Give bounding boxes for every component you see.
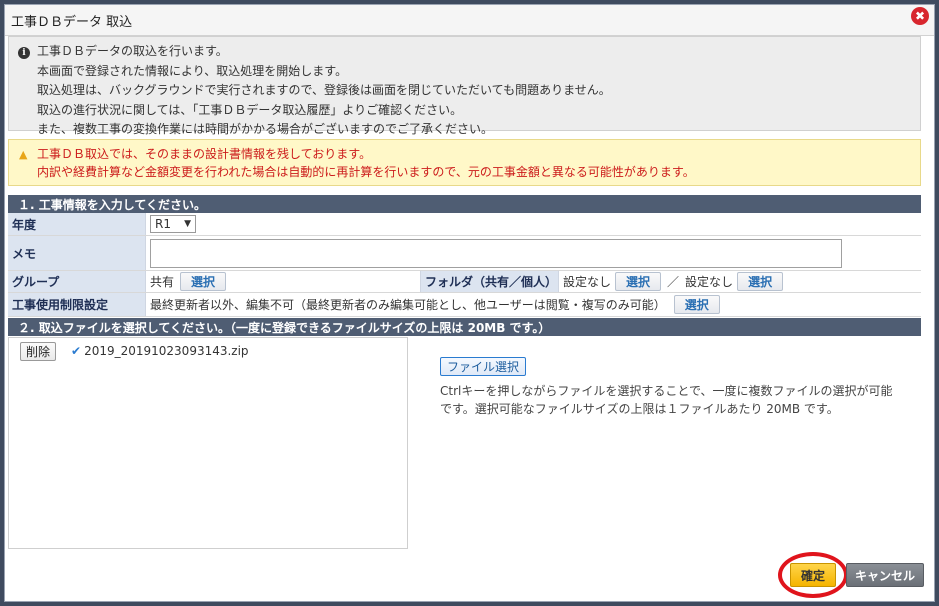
checkmark-icon: ✔: [71, 344, 82, 358]
warning-text: 工事ＤＢ取込では、そのままの設計書情報を残しております。 内訳や経費計算など金額…: [37, 145, 695, 181]
folder-personal-value: 設定なし: [685, 275, 734, 289]
folder-personal-select-button[interactable]: 選択: [737, 272, 784, 291]
group-label: グループ: [8, 271, 146, 292]
note-line: です。選択可能なファイルサイズの上限は１ファイルあたり 20MB です。: [440, 402, 839, 416]
restrict-value: 最終更新者以外、編集不可（最終更新者のみ編集可能とし、他ユーザーは閲覧・複写のみ…: [150, 298, 666, 312]
info-line: 本画面で登録された情報により、取込処理を開始します。: [37, 63, 348, 78]
group-row: グループ 共有 選択 フォルダ（共有／個人） 設定なし 選択 ／ 設定なし 選択: [8, 271, 921, 293]
file-select-button[interactable]: ファイル選択: [440, 357, 527, 376]
warning-panel: ▲ 工事ＤＢ取込では、そのままの設計書情報を残しております。 内訳や経費計算など…: [8, 139, 921, 186]
dialog-title: 工事ＤＢデータ 取込: [11, 14, 133, 30]
memo-textarea[interactable]: [150, 238, 842, 268]
file-name: 2019_20191023093143.zip: [84, 344, 249, 358]
info-text: 工事ＤＢデータの取込を行います。 本画面で登録された情報により、取込処理を開始し…: [37, 42, 611, 140]
memo-row: メモ: [8, 236, 921, 271]
year-row: 年度 R1 ▼: [8, 213, 921, 236]
file-select-note: Ctrlキーを押しながらファイルを選択することで、一度に複数ファイルの選択が可能…: [440, 382, 910, 418]
folder-label: フォルダ（共有／個人）: [420, 271, 559, 292]
list-item[interactable]: ✔ 2019_20191023093143.zip: [71, 344, 249, 358]
info-line: また、複数工事の変換作業には時間がかかる場合がございますのでご了承ください。: [37, 122, 494, 136]
confirm-button[interactable]: 確定: [790, 563, 836, 587]
note-line: Ctrlキーを押しながらファイルを選択することで、一度に複数ファイルの選択が可能: [440, 384, 893, 398]
file-list: 削除 ✔ 2019_20191023093143.zip: [8, 337, 408, 549]
delete-file-button[interactable]: 削除: [20, 342, 57, 361]
info-panel: i 工事ＤＢデータの取込を行います。 本画面で登録された情報により、取込処理を開…: [8, 36, 921, 136]
folder-shared-value: 設定なし: [563, 275, 612, 289]
year-select[interactable]: R1 ▼: [150, 215, 196, 233]
year-select-value: R1: [155, 217, 171, 231]
year-label: 年度: [8, 213, 146, 235]
restrict-label: 工事使用制限設定: [8, 293, 146, 316]
chevron-down-icon: ▼: [184, 219, 191, 229]
warning-line: 工事ＤＢ取込では、そのままの設計書情報を残しております。: [37, 147, 372, 161]
info-line: 取込処理は、バックグラウンドで実行されますので、登録後は画面を閉じていただいても…: [37, 83, 611, 97]
section2-header: ２. 取込ファイルを選択してください。（一度に登録できるファイルサイズの上限は …: [8, 318, 921, 336]
restrict-select-button[interactable]: 選択: [673, 295, 720, 314]
info-line: 取込の進行状況に関しては、「工事ＤＢデータ取込履歴」よりご確認ください。: [37, 102, 463, 117]
cancel-button[interactable]: キャンセル: [846, 563, 924, 587]
group-select-button[interactable]: 選択: [180, 272, 227, 291]
restrict-row: 工事使用制限設定 最終更新者以外、編集不可（最終更新者のみ編集可能とし、他ユーザ…: [8, 293, 921, 317]
info-line: 工事ＤＢデータの取込を行います。: [37, 44, 228, 58]
memo-label: メモ: [8, 236, 146, 270]
section1-header: １. 工事情報を入力してください。: [8, 195, 921, 213]
info-icon: i: [18, 47, 30, 59]
warning-icon: ▲: [19, 148, 28, 161]
group-value: 共有: [150, 275, 175, 289]
close-icon[interactable]: ✖: [911, 7, 929, 25]
dialog-titlebar: 工事ＤＢデータ 取込: [5, 5, 934, 36]
folder-shared-select-button[interactable]: 選択: [615, 272, 662, 291]
folder-separator: ／: [667, 275, 680, 289]
warning-line: 内訳や経費計算など金額変更を行われた場合は自動的に再計算を行いますので、元の工事…: [37, 165, 695, 179]
